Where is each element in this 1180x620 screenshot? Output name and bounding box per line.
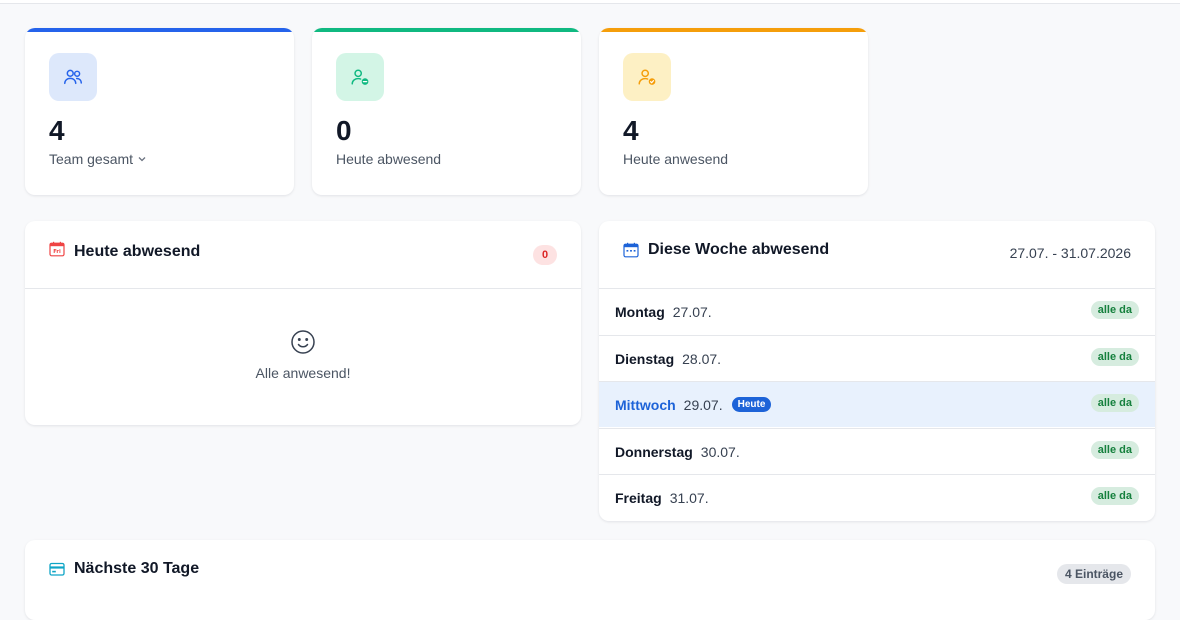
day-name: Freitag [615, 489, 662, 506]
stat-card-team: 4 Team gesamt [25, 28, 294, 195]
divider [25, 288, 581, 289]
chevron-down-icon [138, 157, 146, 162]
team-total-toggle[interactable]: Team gesamt [49, 151, 147, 167]
next-30-days-panel: Nächste 30 Tage 4 Einträge [25, 540, 1155, 620]
empty-state: Alle anwesend! [25, 329, 581, 381]
stat-card-present: 4 Heute anwesend [599, 28, 868, 195]
status-badge: alle da [1090, 441, 1139, 459]
day-row-tuesday: Dienstag 28.07. alle da [599, 335, 1155, 381]
panel-header: Nächste 30 Tage [49, 560, 199, 578]
svg-text:Fri: Fri [53, 249, 61, 255]
stat-label: Team gesamt [49, 151, 134, 167]
day-date: 28.07. [682, 350, 722, 367]
status-badge: alle da [1090, 301, 1139, 319]
status-badge: alle da [1090, 487, 1139, 505]
calendar-today-icon: Fri [49, 241, 65, 262]
day-name: Dienstag [615, 350, 675, 367]
status-badge: alle da [1090, 394, 1139, 412]
top-bar [0, 0, 1180, 4]
day-row-monday: Montag 27.07. alle da [599, 288, 1155, 334]
smile-icon [291, 330, 315, 354]
empty-text: Alle anwesend! [255, 365, 351, 381]
today-badge: Heute [731, 397, 772, 412]
user-present-icon [623, 53, 671, 101]
day-row-wednesday: Mittwoch 29.07. Heute alle da [599, 381, 1155, 427]
entries-badge: 4 Einträge [1056, 564, 1131, 584]
stat-value: 4 [623, 115, 639, 146]
panel-title: Diese Woche abwesend [648, 241, 830, 258]
stat-value: 0 [336, 115, 352, 146]
panel-title: Nächste 30 Tage [74, 560, 200, 577]
panel-header: Diese Woche abwesend [623, 241, 829, 259]
calendar-week-icon [623, 242, 639, 258]
day-date: 30.07. [700, 443, 740, 460]
day-name: Donnerstag [615, 443, 693, 460]
user-absent-icon [336, 53, 384, 101]
calendar-card-icon [49, 562, 65, 576]
accent-bar [312, 28, 581, 32]
week-absent-panel: Diese Woche abwesend 27.07. - 31.07.2026… [599, 221, 1155, 521]
status-badge: alle da [1090, 348, 1139, 366]
accent-bar [599, 28, 868, 32]
today-absent-panel: Fri Heute abwesend 0 Alle anwesend! [25, 221, 581, 425]
count-badge: 0 [533, 245, 557, 265]
stat-label: Heute anwesend [623, 151, 729, 167]
accent-bar [25, 28, 294, 32]
panel-header: Fri Heute abwesend [49, 241, 200, 262]
stat-card-absent: 0 Heute abwesend [312, 28, 581, 195]
day-name: Mittwoch [615, 396, 676, 413]
day-row-thursday: Donnerstag 30.07. alle da [599, 428, 1155, 474]
date-range: 27.07. - 31.07.2026 [1009, 245, 1131, 261]
team-icon [49, 53, 97, 101]
day-date: 27.07. [672, 303, 712, 320]
panel-title: Heute abwesend [74, 242, 201, 260]
day-date: 29.07. [683, 396, 723, 413]
day-date: 31.07. [669, 489, 709, 506]
day-row-friday: Freitag 31.07. alle da [599, 474, 1155, 520]
stat-label: Heute abwesend [336, 151, 442, 167]
stat-value: 4 [49, 115, 65, 146]
day-name: Montag [615, 303, 665, 320]
